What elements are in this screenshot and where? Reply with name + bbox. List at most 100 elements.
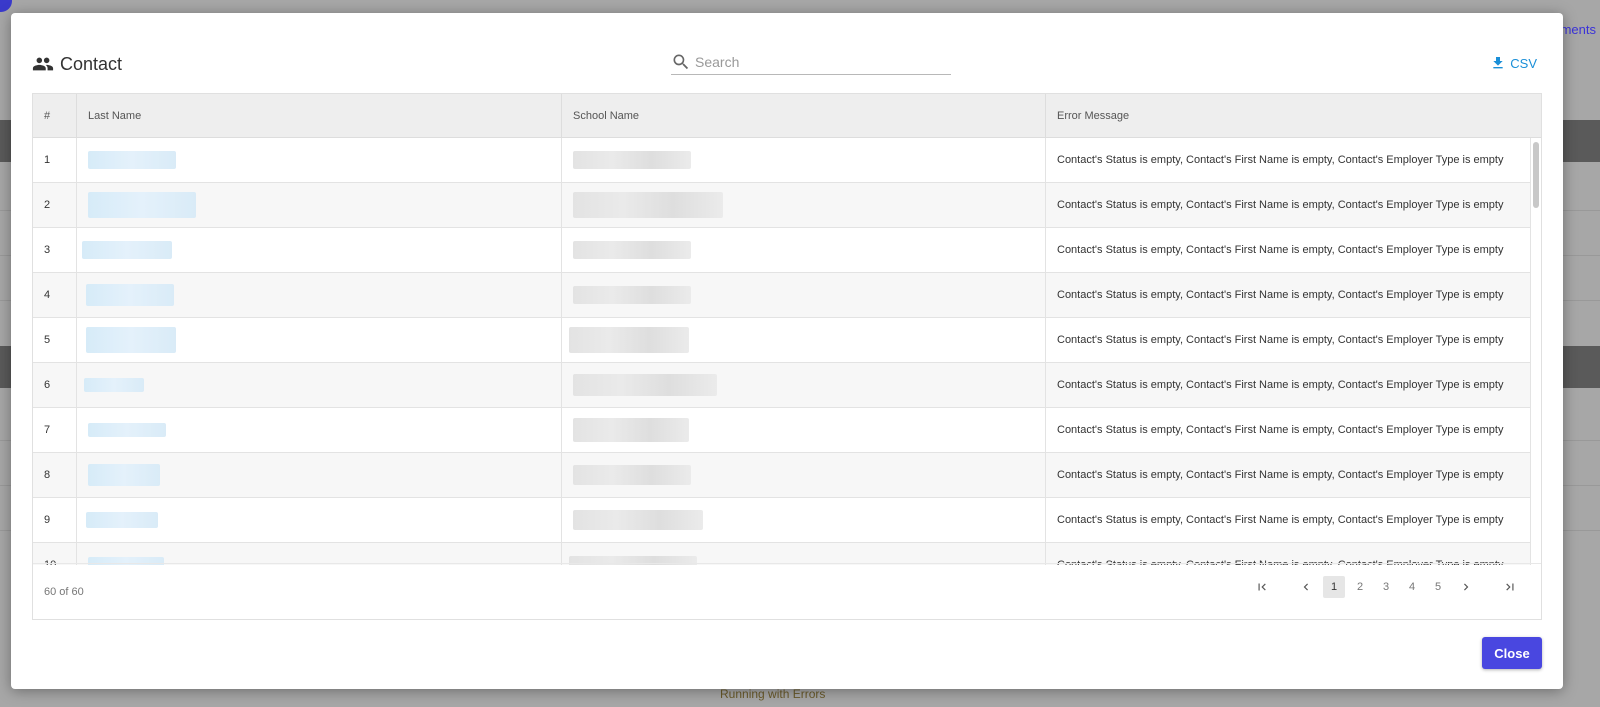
school-name-cell xyxy=(562,453,1046,497)
redacted-text xyxy=(88,151,176,169)
chevron-left-icon xyxy=(1303,583,1308,591)
redacted-text xyxy=(573,374,717,396)
csv-download-button[interactable]: CSV xyxy=(1490,55,1537,71)
last-name-cell xyxy=(77,228,562,272)
last-name-cell xyxy=(77,363,562,407)
redacted-text xyxy=(88,423,166,437)
table-header: # Last Name School Name Error Message xyxy=(33,94,1541,138)
column-header-error-message[interactable]: Error Message xyxy=(1046,94,1541,138)
redacted-text xyxy=(573,286,691,304)
page-2-button[interactable]: 2 xyxy=(1349,576,1371,598)
table-row[interactable]: 10 Contact's Status is empty, Contact's … xyxy=(33,543,1531,565)
table-row[interactable]: 9 Contact's Status is empty, Contact's F… xyxy=(33,498,1531,543)
table-row[interactable]: 6 Contact's Status is empty, Contact's F… xyxy=(33,363,1531,408)
close-button[interactable]: Close xyxy=(1482,637,1542,669)
redacted-text xyxy=(86,284,174,306)
background-link: ments xyxy=(1560,22,1596,37)
chevron-right-icon xyxy=(1464,583,1469,591)
redacted-text xyxy=(573,151,691,169)
last-name-cell xyxy=(77,138,562,182)
pagination: 1 2 3 4 5 xyxy=(1249,576,1523,598)
school-name-cell xyxy=(562,363,1046,407)
row-number: 9 xyxy=(33,498,77,542)
page-3-button[interactable]: 3 xyxy=(1375,576,1397,598)
school-name-cell xyxy=(562,543,1046,565)
avatar xyxy=(0,0,12,12)
school-name-cell xyxy=(562,408,1046,452)
redacted-text xyxy=(569,327,689,353)
error-message-cell: Contact's Status is empty, Contact's Fir… xyxy=(1046,183,1531,227)
error-message-cell: Contact's Status is empty, Contact's Fir… xyxy=(1046,138,1531,182)
contact-modal: Contact CSV # Last Name School Name Erro… xyxy=(11,13,1563,689)
next-page-button[interactable] xyxy=(1453,576,1479,598)
row-number: 4 xyxy=(33,273,77,317)
page-5-button[interactable]: 5 xyxy=(1427,576,1449,598)
download-icon xyxy=(1493,57,1503,69)
table-footer: 60 of 60 1 2 3 4 5 xyxy=(33,563,1541,619)
last-name-cell xyxy=(77,273,562,317)
row-number: 8 xyxy=(33,453,77,497)
first-page-icon xyxy=(1258,583,1266,591)
contact-table: # Last Name School Name Error Message 1 … xyxy=(32,93,1542,620)
search-icon xyxy=(673,54,689,69)
modal-header: Contact CSV xyxy=(11,13,1563,93)
last-name-cell xyxy=(77,318,562,362)
error-message-cell: Contact's Status is empty, Contact's Fir… xyxy=(1046,228,1531,272)
column-header-last-name[interactable]: Last Name xyxy=(77,94,562,138)
row-number: 5 xyxy=(33,318,77,362)
redacted-text xyxy=(573,192,723,218)
table-row[interactable]: 5 Contact's Status is empty, Contact's F… xyxy=(33,318,1531,363)
row-number: 7 xyxy=(33,408,77,452)
redacted-text xyxy=(573,465,691,485)
last-name-cell xyxy=(77,498,562,542)
column-header-school-name[interactable]: School Name xyxy=(562,94,1046,138)
redacted-text xyxy=(573,418,689,442)
school-name-cell xyxy=(562,498,1046,542)
search-input[interactable] xyxy=(695,53,935,70)
row-number: 10 xyxy=(33,543,77,565)
error-message-cell: Contact's Status is empty, Contact's Fir… xyxy=(1046,408,1531,452)
people-icon xyxy=(32,57,54,71)
last-page-button[interactable] xyxy=(1497,576,1523,598)
error-message-cell: Contact's Status is empty, Contact's Fir… xyxy=(1046,498,1531,542)
error-message-cell: Contact's Status is empty, Contact's Fir… xyxy=(1046,453,1531,497)
redacted-text xyxy=(84,378,144,392)
background-status-text: Running with Errors xyxy=(720,687,826,701)
page-4-button[interactable]: 4 xyxy=(1401,576,1423,598)
first-page-button[interactable] xyxy=(1249,576,1275,598)
error-message-cell: Contact's Status is empty, Contact's Fir… xyxy=(1046,318,1531,362)
last-name-cell xyxy=(77,183,562,227)
page-1-button[interactable]: 1 xyxy=(1323,576,1345,598)
modal-title-text: Contact xyxy=(60,53,123,74)
last-name-cell xyxy=(77,453,562,497)
redacted-text xyxy=(86,327,176,353)
redacted-text xyxy=(573,241,691,259)
previous-page-button[interactable] xyxy=(1293,576,1319,598)
search-box xyxy=(671,49,951,75)
table-row[interactable]: 7 Contact's Status is empty, Contact's F… xyxy=(33,408,1531,453)
last-page-icon xyxy=(1506,583,1514,591)
column-header-number[interactable]: # xyxy=(33,94,77,138)
table-row[interactable]: 4 Contact's Status is empty, Contact's F… xyxy=(33,273,1531,318)
table-row[interactable]: 2 Contact's Status is empty, Contact's F… xyxy=(33,183,1531,228)
school-name-cell xyxy=(562,138,1046,182)
row-number: 3 xyxy=(33,228,77,272)
table-row[interactable]: 8 Contact's Status is empty, Contact's F… xyxy=(33,453,1531,498)
error-message-cell: Contact's Status is empty, Contact's Fir… xyxy=(1046,273,1531,317)
table-row[interactable]: 3 Contact's Status is empty, Contact's F… xyxy=(33,228,1531,273)
table-body[interactable]: 1 Contact's Status is empty, Contact's F… xyxy=(33,138,1531,565)
redacted-text xyxy=(82,241,172,259)
row-number: 2 xyxy=(33,183,77,227)
school-name-cell xyxy=(562,273,1046,317)
redacted-text xyxy=(86,512,158,528)
vertical-scrollbar[interactable] xyxy=(1533,142,1539,208)
redacted-text xyxy=(88,464,160,486)
table-row[interactable]: 1 Contact's Status is empty, Contact's F… xyxy=(33,138,1531,183)
redacted-text xyxy=(573,510,703,530)
school-name-cell xyxy=(562,318,1046,362)
row-number: 1 xyxy=(33,138,77,182)
redacted-text xyxy=(88,192,196,218)
last-name-cell xyxy=(77,408,562,452)
modal-title: Contact xyxy=(32,53,122,75)
row-number: 6 xyxy=(33,363,77,407)
